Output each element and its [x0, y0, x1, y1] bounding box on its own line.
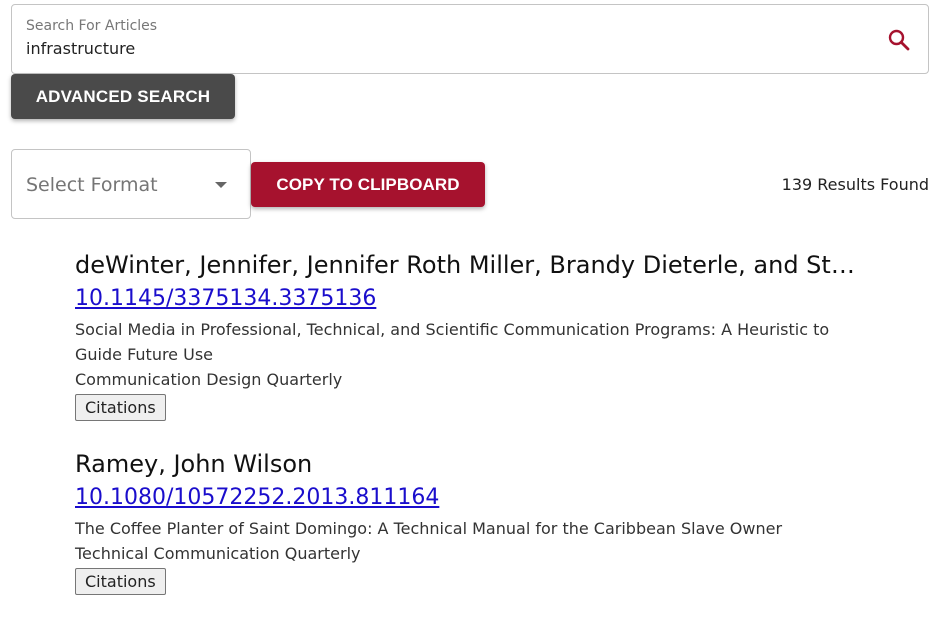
- citations-button[interactable]: Citations: [75, 568, 166, 595]
- result-journal: Technical Communication Quarterly: [75, 544, 361, 563]
- result-authors: deWinter, Jennifer, Jennifer Roth Miller…: [75, 251, 865, 279]
- result-title: The Coffee Planter of Saint Domingo: A T…: [75, 519, 783, 538]
- citations-button[interactable]: Citations: [75, 394, 166, 421]
- search-icon[interactable]: [887, 28, 911, 52]
- result-authors: Ramey, John Wilson: [75, 450, 313, 478]
- result-doi-link[interactable]: 10.1145/3375134.3375136: [75, 284, 865, 314]
- format-select[interactable]: Select Format: [11, 149, 251, 219]
- advanced-search-button[interactable]: ADVANCED SEARCH: [11, 74, 235, 119]
- copy-to-clipboard-button[interactable]: COPY TO CLIPBOARD: [251, 162, 485, 207]
- result-doi-link[interactable]: 10.1080/10572252.2013.811164: [75, 483, 865, 513]
- chevron-down-icon: [215, 182, 227, 188]
- search-label: Search For Articles: [26, 18, 158, 34]
- results-count: 139 Results Found: [781, 175, 929, 194]
- search-input[interactable]: [26, 39, 866, 58]
- format-select-placeholder: Select Format: [26, 174, 158, 196]
- result-title: Social Media in Professional, Technical,…: [75, 320, 830, 364]
- result-item: Ramey, John Wilson 10.1080/10572252.2013…: [75, 449, 865, 595]
- search-box[interactable]: Search For Articles: [11, 4, 929, 74]
- result-item: deWinter, Jennifer, Jennifer Roth Miller…: [75, 250, 865, 421]
- result-journal: Communication Design Quarterly: [75, 370, 343, 389]
